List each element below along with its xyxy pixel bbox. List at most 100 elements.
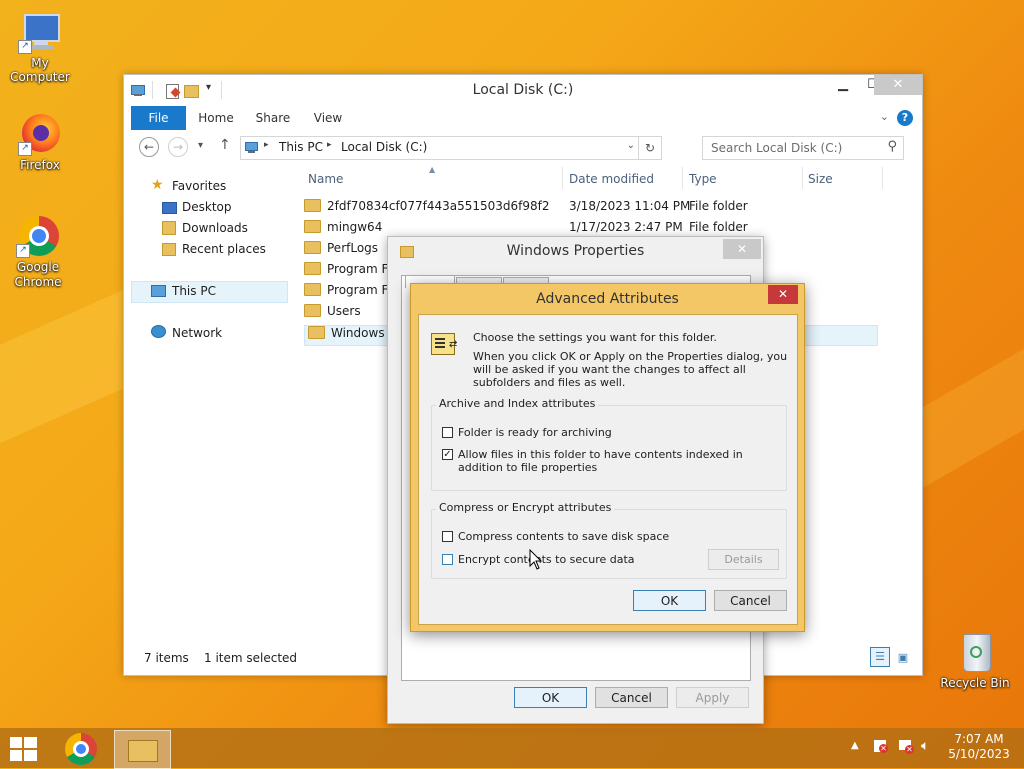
file-name: Users	[327, 304, 361, 318]
tab-file[interactable]: File	[131, 106, 186, 130]
taskbar-explorer-button[interactable]	[114, 730, 171, 769]
index-checkbox-label[interactable]: Allow files in this folder to have conte…	[458, 448, 780, 474]
explorer-titlebar[interactable]: ▾ Local Disk (C:) ▁ ☐ ✕	[124, 75, 922, 105]
address-dropdown-icon[interactable]: ⌄	[627, 140, 635, 151]
properties-cancel-button[interactable]: Cancel	[595, 687, 668, 708]
nav-network[interactable]: Network	[172, 326, 222, 340]
desktop-icon-recycle-bin[interactable]: Recycle Bin	[935, 630, 1015, 690]
attributes-icon: ⇄	[431, 333, 457, 355]
properties-title: Windows Properties	[506, 243, 645, 259]
file-row[interactable]: 2fdf70834cf077f443a551503d6f98f2 3/18/20…	[304, 199, 904, 220]
taskbar-chrome-icon[interactable]	[64, 732, 98, 766]
compress-encrypt-group: Compress or Encrypt attributes Compress …	[431, 501, 787, 579]
status-item-count: 7 items	[144, 651, 189, 665]
folder-icon	[304, 220, 321, 233]
address-bar[interactable]: ▸ This PC ▸ Local Disk (C:) ⌄ ↻	[240, 136, 662, 160]
action-center-icon[interactable]: ✕	[872, 738, 888, 754]
sort-arrow-icon: ▲	[429, 165, 436, 174]
breadcrumb-separator-icon: ▸	[327, 140, 332, 150]
properties-titlebar[interactable]: Windows Properties ✕	[388, 237, 763, 267]
index-checkbox[interactable]: ✓	[442, 449, 453, 460]
shortcut-arrow-icon: ↗	[18, 142, 32, 156]
advanced-note-text: When you click OK or Apply on the Proper…	[473, 350, 788, 389]
large-icons-view-icon[interactable]: ▣	[894, 649, 912, 667]
mouse-cursor-icon	[529, 549, 543, 570]
back-button[interactable]: ←	[139, 137, 159, 157]
advanced-content: ⇄ Choose the settings you want for this …	[418, 314, 798, 625]
this-pc-icon	[151, 285, 166, 297]
folder-icon	[304, 262, 321, 275]
tab-view[interactable]: View	[308, 106, 348, 130]
file-name: Windows	[331, 326, 385, 340]
column-size[interactable]: Size	[808, 172, 833, 186]
refresh-icon[interactable]: ↻	[638, 137, 661, 159]
file-name: mingw64	[327, 220, 383, 234]
start-button[interactable]	[10, 737, 38, 761]
desktop-icon-chrome[interactable]: ↗ Google Chrome	[0, 214, 78, 290]
details-button[interactable]: Details	[708, 549, 779, 570]
up-button[interactable]: ↑	[219, 137, 231, 153]
tab-home[interactable]: Home	[193, 106, 239, 130]
volume-muted-icon[interactable]: 🔈︎	[921, 738, 929, 754]
file-name: Program Fi	[327, 262, 391, 276]
folder-icon	[304, 283, 321, 296]
chrome-icon: ↗	[16, 214, 60, 258]
archive-checkbox[interactable]	[442, 427, 453, 438]
properties-close-button[interactable]: ✕	[723, 239, 761, 259]
firefox-icon: ↗	[18, 112, 62, 156]
search-input[interactable]: Search Local Disk (C:)	[711, 141, 842, 155]
properties-apply-button[interactable]: Apply	[676, 687, 749, 708]
compress-checkbox-label[interactable]: Compress contents to save disk space	[458, 530, 669, 543]
status-selected-count: 1 item selected	[204, 651, 298, 665]
network-icon	[151, 325, 166, 338]
folder-icon	[304, 304, 321, 317]
desktop-icon-firefox[interactable]: ↗ Firefox	[0, 112, 80, 172]
forward-button[interactable]: →	[168, 137, 188, 157]
ribbon-expand-icon[interactable]: ⌄	[880, 110, 889, 123]
shortcut-arrow-icon: ↗	[16, 244, 30, 258]
folder-icon	[304, 241, 321, 254]
advanced-cancel-button[interactable]: Cancel	[714, 590, 787, 611]
nav-recent-places[interactable]: Recent places	[182, 242, 266, 256]
nav-favorites[interactable]: Favorites	[172, 179, 226, 193]
show-hidden-icons-icon[interactable]: ▲	[851, 740, 859, 751]
encrypt-checkbox-label[interactable]: Encrypt contents to secure data	[458, 553, 635, 566]
details-view-icon[interactable]: ☰	[870, 647, 890, 667]
advanced-titlebar[interactable]: Advanced Attributes ✕	[411, 284, 804, 314]
column-name[interactable]: Name	[308, 172, 343, 186]
advanced-close-button[interactable]: ✕	[768, 285, 798, 304]
nav-downloads[interactable]: Downloads	[182, 221, 248, 235]
breadcrumb-local-disk[interactable]: Local Disk (C:)	[341, 140, 427, 154]
advanced-ok-button[interactable]: OK	[633, 590, 706, 611]
star-icon: ★	[151, 177, 164, 193]
properties-ok-button[interactable]: OK	[514, 687, 587, 708]
downloads-icon	[162, 221, 176, 235]
help-icon[interactable]: ?	[897, 110, 913, 126]
file-date: 1/17/2023 2:47 PM	[569, 220, 683, 234]
this-pc-icon	[245, 141, 258, 153]
file-type: File folder	[689, 199, 748, 213]
compress-checkbox[interactable]	[442, 531, 453, 542]
desktop-icon	[162, 202, 177, 214]
recent-locations-dropdown-icon[interactable]: ▾	[198, 140, 203, 151]
file-name: 2fdf70834cf077f443a551503d6f98f2	[327, 199, 550, 213]
column-date-modified[interactable]: Date modified	[569, 172, 654, 186]
file-type: File folder	[689, 220, 748, 234]
network-status-icon[interactable]: ✕	[897, 738, 914, 754]
nav-this-pc[interactable]: This PC	[172, 284, 216, 298]
close-button[interactable]: ✕	[874, 75, 922, 95]
shortcut-arrow-icon: ↗	[18, 40, 32, 54]
taskbar-clock[interactable]: 7:07 AM 5/10/2023	[944, 732, 1014, 762]
search-box[interactable]: Search Local Disk (C:) ⚲	[702, 136, 904, 160]
tab-share[interactable]: Share	[253, 106, 293, 130]
nav-desktop[interactable]: Desktop	[182, 200, 232, 214]
search-icon[interactable]: ⚲	[887, 139, 897, 154]
desktop-icon-my-computer[interactable]: ↗ My Computer	[0, 10, 80, 84]
breadcrumb-this-pc[interactable]: This PC	[279, 140, 323, 154]
clock-date: 5/10/2023	[948, 747, 1010, 761]
advanced-attributes-dialog: Advanced Attributes ✕ ⇄ Choose the setti…	[410, 283, 805, 632]
minimize-button[interactable]: ▁	[828, 75, 858, 95]
encrypt-checkbox[interactable]	[442, 554, 453, 565]
archive-checkbox-label[interactable]: Folder is ready for archiving	[458, 426, 612, 439]
column-type[interactable]: Type	[689, 172, 717, 186]
